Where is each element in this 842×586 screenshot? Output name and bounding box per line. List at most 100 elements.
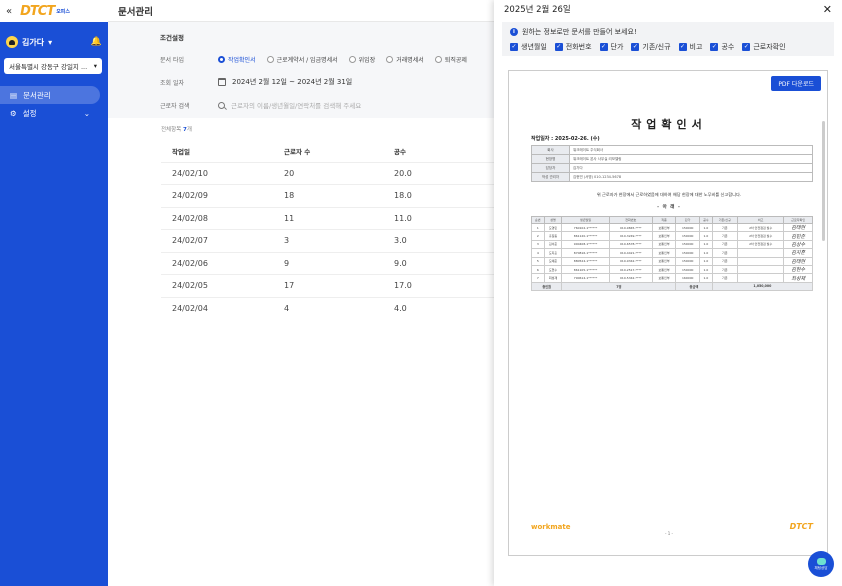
- sidebar-top: « DTCT 오피스: [0, 0, 108, 22]
- sidebar-item-documents[interactable]: ▤ 문서관리: [0, 86, 100, 104]
- footer-brand-logo: DTCT: [789, 522, 813, 531]
- collapse-sidebar-icon[interactable]: «: [6, 6, 12, 17]
- worker-cell-birth: 861120-1******: [561, 231, 610, 241]
- info-row: 작성 관리자 김현민 (서명) 010-1234-5678: [531, 172, 813, 182]
- cell-spacer: [161, 161, 172, 185]
- total-cell: 총인원: [530, 281, 563, 292]
- worker-cell-job: 보통인부: [651, 248, 677, 258]
- total-count: 전체항목 7개: [161, 125, 192, 133]
- table-row[interactable]: 24/02/08 11 11.0: [161, 206, 494, 230]
- filter-title: 조건설정: [160, 34, 184, 42]
- table-row[interactable]: 24/02/06 9 9.0: [161, 251, 494, 275]
- worker-cell-note: [736, 264, 785, 275]
- period-label: 조회 일자: [160, 79, 184, 87]
- cell-workers: 20: [284, 161, 394, 185]
- radio-dot: [266, 55, 274, 63]
- col-date: 작업일: [172, 147, 190, 156]
- worker-signature: 김상수: [783, 239, 813, 250]
- worker-cell-price: 150000: [675, 256, 701, 266]
- sidebar-item-settings[interactable]: ⚙ 설정 ⌄: [0, 104, 100, 122]
- table-row[interactable]: 24/02/10 20 20.0: [161, 161, 494, 185]
- sidebar-item-label: 문서관리: [23, 90, 51, 100]
- bell-icon[interactable]: 🔔: [91, 37, 102, 47]
- options-hint: i 원하는 정보로만 문서를 만들어 보세요!: [510, 27, 826, 37]
- total-prefix: 전체항목: [161, 127, 182, 133]
- col-spacer: [161, 140, 172, 162]
- column-options: i 원하는 정보로만 문서를 만들어 보세요! ✓ 생년월일 ✓ 전화번호 ✓ 단가 ✓ 기존…: [502, 22, 834, 56]
- worker-cell-name: 도지훈: [543, 248, 563, 258]
- option-label: 단가: [610, 43, 624, 51]
- cell-mandays: 9.0: [394, 251, 494, 275]
- cell-spacer: [161, 296, 172, 320]
- radio-labor-contract[interactable]: 근로계약서 / 임금명세서: [266, 55, 338, 64]
- doc-info-table: 회사 워크메이트 주식회사 현장명 워크메이트 본사 사무실 리모델링 담당자 김가다…: [531, 145, 813, 182]
- chevron-down-icon: ⌄: [83, 108, 90, 118]
- document-preview[interactable]: PDF 다운로드 작업확인서 작업일자 : 2025-02-26. (수) 회사…: [508, 70, 828, 556]
- option-checkbox[interactable]: ✓ 단가: [599, 42, 624, 52]
- user-menu[interactable]: 김가다 ▾ 🔔: [0, 22, 108, 54]
- worker-cell-name: 도예준: [543, 256, 563, 266]
- worker-row: 7 최성재 790614-1****** 010-5342-**** 보통인부 16000…: [531, 273, 813, 283]
- cell-spacer: [161, 251, 172, 275]
- checkbox-checked-icon: ✓: [510, 43, 518, 51]
- table-row[interactable]: 24/02/05 17 17.0: [161, 274, 494, 297]
- worker-cell-price: 150000: [675, 239, 701, 250]
- option-label: 전화번호: [565, 43, 592, 51]
- table-row[interactable]: 24/02/07 3 3.0: [161, 229, 494, 252]
- panel-header: 2025년 2월 26일 ✕: [494, 0, 842, 18]
- worker-cell-job: 보통인부: [651, 273, 677, 283]
- option-checkbox[interactable]: ✓ 전화번호: [554, 42, 592, 52]
- worker-cell-price: 160000: [675, 273, 701, 283]
- document-preview-panel: 2025년 2월 26일 ✕ i 원하는 정보로만 문서를 만들어 보세요! ✓…: [494, 0, 842, 586]
- caret-down-icon: ▾: [48, 37, 53, 47]
- radio-power-of-attorney[interactable]: 위임장: [348, 55, 375, 64]
- option-checkbox[interactable]: ✓ 비고: [678, 42, 702, 52]
- avatar: [6, 36, 18, 48]
- date-range-picker[interactable]: 2024년 2월 12일 ~ 2024년 2월 31일: [218, 77, 352, 87]
- option-checkbox[interactable]: ✓ 기존/신규: [631, 42, 671, 52]
- worker-search-input[interactable]: 근로자의 이름/생년월일/연락처를 검색해 주세요: [218, 100, 361, 110]
- table-row[interactable]: 24/02/04 4 4.0: [161, 296, 494, 320]
- worker-cell-type: 기존: [711, 248, 738, 258]
- chat-support-button[interactable]: 채팅상담: [808, 551, 834, 577]
- info-key: 담당자: [531, 163, 570, 173]
- worker-cell-md: 1.0: [699, 256, 713, 266]
- col-mandays: 공수: [394, 147, 406, 156]
- doc-worker-table: 순번 성명 생년월일 전화번호 직종 단가 공수 기존/신규 비고 근로자확인 1 도영민 76010…: [530, 216, 814, 292]
- document-list: 전체항목 7개 작업일 근로자 수 공수 24/02/10 20 20.0 24/02…: [108, 118, 494, 586]
- total-suffix: 개: [186, 127, 192, 133]
- worker-row: 2 홍길동 861120-1****** 010-3249-**** 보통인부 15000…: [531, 231, 813, 241]
- preview-scrollbar[interactable]: [822, 121, 825, 241]
- cell-mandays: 20.0: [394, 161, 494, 185]
- radio-dot: [386, 55, 394, 63]
- period-row: 조회 일자 2024년 2월 12일 ~ 2024년 2월 31일: [160, 75, 494, 89]
- worker-cell-type: 기존: [711, 222, 738, 233]
- worker-cell-birth: 790614-1******: [561, 273, 610, 283]
- worker-cell-job: 보통인부: [651, 264, 677, 275]
- document-icon: ▤: [10, 90, 18, 100]
- option-checkbox[interactable]: ✓ 근로자확인: [742, 42, 786, 52]
- radio-transaction-statement[interactable]: 거래명세서: [386, 55, 424, 64]
- worker-col-header: 전화번호: [608, 216, 653, 224]
- cell-date: 24/02/10: [172, 161, 284, 185]
- table-row[interactable]: 24/02/09 18 18.0: [161, 184, 494, 207]
- site-select[interactable]: 서울특별시 강동구 강일지 ... ▾: [4, 58, 102, 74]
- cell-workers: 9: [284, 251, 394, 275]
- worker-cell-birth: 861105-1******: [561, 264, 610, 275]
- worker-cell-phone: 010-2517-****: [608, 264, 653, 275]
- radio-dot: [218, 55, 225, 63]
- radio-label: 거래명세서: [396, 56, 424, 64]
- option-checkbox[interactable]: ✓ 생년월일: [510, 42, 547, 52]
- close-icon[interactable]: ✕: [823, 3, 832, 16]
- pdf-download-button[interactable]: PDF 다운로드: [771, 76, 821, 91]
- option-checkbox[interactable]: ✓ 공수: [710, 42, 734, 52]
- cell-workers: 11: [284, 206, 394, 230]
- app-logo[interactable]: DTCT 오피스: [20, 4, 70, 19]
- worker-cell-type: 기존: [711, 264, 738, 275]
- sidebar: « DTCT 오피스 김가다 ▾ 🔔 서울특별시 강동구 강일지 ... ▾ ▤…: [0, 0, 108, 586]
- radio-work-confirmation[interactable]: 작업확인서: [218, 55, 256, 64]
- worker-cell-name: 최성재: [543, 273, 563, 283]
- radio-retirement[interactable]: 퇴직공제: [434, 55, 467, 64]
- cell-mandays: 3.0: [394, 229, 494, 252]
- cell-date: 24/02/08: [172, 206, 284, 230]
